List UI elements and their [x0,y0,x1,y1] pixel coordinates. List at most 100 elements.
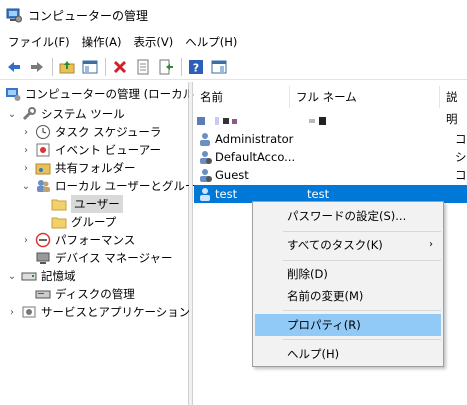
show-pane-button[interactable] [208,56,230,78]
shared-folder-icon [35,163,51,175]
toolbar-separator [105,57,106,76]
tree-item-system-tools[interactable]: ⌄ システム ツール [6,104,125,124]
menu-item-help[interactable]: ヘルプ(H) [255,343,441,365]
menu-separator [283,260,441,261]
submenu-arrow-icon: › [429,239,433,250]
column-description[interactable]: 説明 [440,86,467,126]
user-name: Guest [215,168,249,182]
user-name: Administrator [215,132,294,146]
tree-item-groups[interactable]: グループ [48,212,116,232]
computer-management-icon [6,88,21,101]
tree-item-event-viewer[interactable]: › イベント ビューアー [20,140,161,160]
menu-item-properties[interactable]: プロパティ(R) [255,314,441,336]
folder-icon [51,199,67,211]
list-item[interactable]: DefaultAcco... シス [194,148,467,166]
tools-icon [22,107,36,121]
chevron-down-icon[interactable]: ⌄ [6,109,18,120]
list-item[interactable]: Administrator コン [194,130,467,148]
user-full-name: test [307,187,330,201]
back-button[interactable] [3,56,25,78]
tree-label: グループ [71,215,117,229]
folder-icon [51,217,67,229]
redacted-mark [223,118,229,124]
menu-separator [283,231,441,232]
up-folder-icon [59,60,75,73]
menu-view[interactable]: 表示(V) [127,31,179,53]
tree-label: デバイス マネージャー [55,251,173,265]
window-title: コンピューターの管理 [28,8,149,23]
chevron-right-icon[interactable]: › [20,145,32,156]
tree-label: 記憶域 [41,269,76,283]
user-name: DefaultAcco... [215,150,296,164]
chevron-right-icon[interactable]: › [20,163,32,174]
column-name[interactable]: 名前 [194,86,290,108]
export-button[interactable] [155,56,177,78]
delete-button[interactable] [109,56,131,78]
tree-label: コンピューターの管理 (ローカル) [25,87,199,101]
column-full-name[interactable]: フル ネーム [290,86,440,108]
chevron-down-icon[interactable]: ⌄ [6,271,18,282]
menu-item-rename[interactable]: 名前の変更(M) [255,285,441,307]
tree-label: ディスクの管理 [55,287,135,301]
tree-item-task-scheduler[interactable]: › タスク スケジューラ [20,122,161,142]
chevron-down-icon[interactable]: ⌄ [20,181,32,192]
tree-label: パフォーマンス [55,233,136,247]
menu-separator [283,310,441,311]
show-pane-icon [211,60,227,73]
user-icon [200,188,210,201]
redacted-mark [215,117,219,125]
user-icon [200,133,210,146]
tree-label: システム ツール [41,107,125,121]
menu-item-delete[interactable]: 削除(D) [255,263,441,285]
tree-item-shared-folders[interactable]: › 共有フォルダー [20,158,136,178]
tree-item-storage[interactable]: ⌄ 記憶域 [6,266,76,286]
clock-icon [36,125,50,139]
tree-label: ユーザー [71,195,123,213]
menu-action[interactable]: 操作(A) [76,31,128,53]
tree-item-users[interactable]: ユーザー [48,194,123,214]
tree-item-local-users-groups[interactable]: ⌄ ローカル ユーザーとグループ [20,176,207,196]
export-icon [159,59,173,74]
list-item[interactable] [194,112,467,130]
computer-management-icon [6,8,22,23]
tree-label: タスク スケジューラ [55,125,162,139]
user-icon [200,169,212,182]
chevron-right-icon[interactable]: › [20,127,32,138]
list-item[interactable]: Guest コン [194,166,467,184]
redacted-mark [319,117,326,125]
menu-bar: ファイル(F) 操作(A) 表示(V) ヘルプ(H) [0,31,467,53]
menu-help[interactable]: ヘルプ(H) [179,31,243,53]
properties-icon [137,59,149,74]
show-tree-button[interactable] [79,56,101,78]
menu-item-all-tasks[interactable]: すべてのタスク(K) › [255,234,441,256]
user-description: コン [455,168,467,182]
properties-button[interactable] [132,56,154,78]
device-manager-icon [36,252,50,264]
title-bar: コンピューターの管理 [0,0,467,30]
tree-item-performance[interactable]: › パフォーマンス [20,230,135,250]
tree-label: サービスとアプリケーション [41,305,191,319]
menu-file[interactable]: ファイル(F) [2,31,76,53]
services-icon [22,306,36,318]
storage-icon [21,272,37,281]
tree-label: 共有フォルダー [55,161,136,175]
forward-icon [31,61,43,72]
chevron-right-icon[interactable]: › [6,307,18,318]
menu-item-set-password[interactable]: パスワードの設定(S)... [255,205,441,227]
chevron-right-icon[interactable]: › [20,235,32,246]
tree-item-root[interactable]: コンピューターの管理 (ローカル) [2,84,199,104]
help-button[interactable]: ? [185,56,207,78]
disk-icon [35,290,51,299]
up-folder-button[interactable] [56,56,78,78]
redacted-mark [232,118,237,124]
tree-item-device-manager[interactable]: デバイス マネージャー [32,248,173,268]
tree-item-services-apps[interactable]: › サービスとアプリケーション [6,302,190,322]
show-tree-icon [82,60,98,73]
user-description: コン [455,132,467,146]
forward-button[interactable] [26,56,48,78]
performance-icon [35,232,51,248]
pane-splitter[interactable] [189,82,193,405]
user-description: シス [455,150,467,164]
tree-item-disk-management[interactable]: ディスクの管理 [32,284,135,304]
user-name: test [215,187,238,201]
